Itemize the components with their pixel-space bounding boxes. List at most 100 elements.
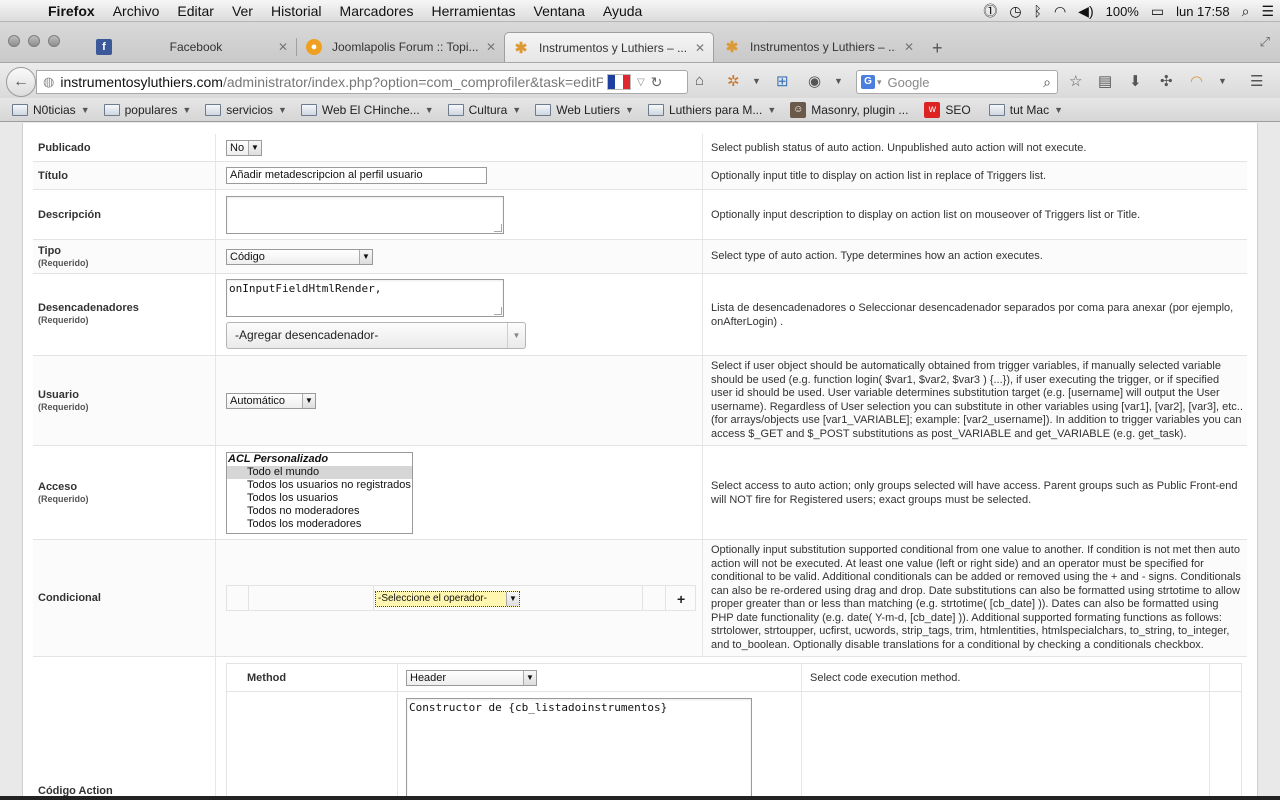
tab-facebook[interactable]: f Facebook ✕ [88, 32, 297, 62]
select-value: Código [230, 251, 265, 263]
bookmark-folder-noticias[interactable]: N0ticias ▼ [12, 103, 90, 117]
bookmark-seo[interactable]: w SEO [924, 101, 971, 118]
privacy-icon[interactable]: ◉ [808, 72, 821, 90]
french-flag-icon[interactable] [606, 74, 631, 90]
close-tab-icon[interactable]: ✕ [695, 41, 705, 55]
bookmark-folder-web-lutiers[interactable]: Web Lutiers ▼ [535, 103, 634, 117]
folder-icon [447, 103, 464, 116]
bookmark-folder-tut-mac[interactable]: tut Mac ▼ [988, 103, 1063, 117]
tab-instrumentos-active[interactable]: ✱ Instrumentos y Luthiers – ... ✕ [504, 32, 714, 62]
titulo-input[interactable]: Añadir metadescripcion al perfil usuario [226, 167, 487, 184]
url-path: /administrator/index.php?option=com_comp… [222, 74, 603, 90]
tab-title: Facebook [169, 40, 223, 54]
bookmark-folder-luthiers-para-m[interactable]: Luthiers para M... ▼ [647, 103, 776, 117]
usuario-select[interactable]: Automático ▼ [226, 393, 316, 409]
menu-ventana[interactable]: Ventana [525, 3, 594, 19]
privacy-dropdown-icon[interactable]: ▼ [834, 76, 843, 86]
menu-editar[interactable]: Editar [168, 3, 223, 19]
clock[interactable]: lun 17:58 [1176, 4, 1230, 19]
select-value: Automático [230, 395, 286, 407]
time-machine-icon[interactable]: ◷ [1009, 3, 1021, 20]
field-label: Condicional [38, 592, 101, 604]
bookmark-masonry[interactable]: ☺ Masonry, plugin ... [790, 101, 908, 118]
tab-title: Joomlapolis Forum :: Topi... [332, 40, 478, 54]
listbox-option[interactable]: Todos no moderadores [227, 505, 412, 518]
menu-archivo[interactable]: Archivo [104, 3, 169, 19]
bluetooth-icon[interactable]: ᛒ [1034, 3, 1042, 19]
close-tab-icon[interactable]: ✕ [904, 40, 914, 54]
bookmark-folder-web-el-chinche[interactable]: Web El CHinche... ▼ [300, 103, 434, 117]
listbox-option[interactable]: Todos los usuarios [227, 492, 412, 505]
acceso-listbox[interactable]: ACL Personalizado Todo el mundo Todos lo… [226, 452, 413, 534]
field-description: Select type of auto action. Type determi… [711, 250, 1043, 262]
url-bar[interactable]: ◍ instrumentosyluthiers.com /administrat… [36, 70, 688, 94]
search-bar[interactable]: G ▾ Google ⌕ [856, 70, 1058, 94]
mac-menubar: Firefox Archivo Editar Ver Historial Mar… [0, 0, 1280, 22]
new-tab-button[interactable]: + [932, 38, 943, 59]
joomla-icon: ✱ [725, 39, 739, 56]
desencadenadores-textarea[interactable]: onInputFieldHtmlRender, [226, 279, 504, 317]
bookmark-folder-cultura[interactable]: Cultura ▼ [447, 103, 521, 117]
reload-icon[interactable]: ↻ [651, 74, 663, 91]
menu-ver[interactable]: Ver [223, 3, 262, 19]
minimize-window-button[interactable] [28, 35, 40, 47]
menu-ayuda[interactable]: Ayuda [594, 3, 651, 19]
battery-icon[interactable]: ▭ [1151, 3, 1164, 20]
fullscreen-icon[interactable]: ⤢ [1260, 34, 1270, 50]
volume-icon[interactable]: ◀) [1078, 3, 1093, 20]
avatar-icon: ☺ [790, 101, 807, 118]
close-tab-icon[interactable]: ✕ [486, 40, 496, 54]
menu-app-firefox[interactable]: Firefox [44, 3, 104, 19]
menu-historial[interactable]: Historial [262, 3, 331, 19]
close-window-button[interactable] [8, 35, 20, 47]
home-icon[interactable]: ⌂ [695, 72, 704, 89]
bookmark-star-icon[interactable]: ☆ [1069, 72, 1082, 90]
google-icon[interactable]: G [861, 75, 875, 89]
add-trigger-select[interactable]: -Agregar desencadenador- ▼ [226, 322, 526, 349]
menu-icon[interactable]: ☰ [1250, 72, 1263, 90]
addon-dropdown-icon[interactable]: ▼ [752, 76, 761, 86]
bookmark-folder-populares[interactable]: populares ▼ [103, 103, 191, 117]
select-value: -Agregar desencadenador- [235, 328, 379, 342]
close-tab-icon[interactable]: ✕ [278, 40, 288, 54]
zoom-window-button[interactable] [48, 35, 60, 47]
bookmark-folder-servicios[interactable]: servicios ▼ [205, 103, 287, 117]
search-input[interactable]: Google [888, 75, 930, 90]
tab-instrumentos[interactable]: ✱ Instrumentos y Luthiers – ... ✕ [716, 32, 922, 62]
search-icon[interactable]: ⌕ [1043, 74, 1051, 91]
listbox-option[interactable]: Todos los moderadores [227, 518, 412, 531]
listbox-option[interactable]: Todo el mundo [227, 466, 412, 479]
firebug-icon[interactable]: ✲ [727, 72, 740, 90]
field-row-titulo: Título Añadir metadescripcion al perfil … [33, 162, 1247, 190]
inspector-icon[interactable]: ⊞ [776, 72, 789, 90]
downloads-icon[interactable]: ⬇ [1129, 72, 1142, 90]
bookmarks-menu-icon[interactable]: ▤ [1098, 72, 1112, 90]
search-engine-dropdown-icon[interactable]: ▾ [877, 77, 882, 88]
menu-marcadores[interactable]: Marcadores [331, 3, 423, 19]
colorzilla-dropdown-icon[interactable]: ▼ [1218, 76, 1227, 86]
spotlight-search-icon[interactable]: ⌕ [1242, 3, 1250, 20]
menu-herramientas[interactable]: Herramientas [422, 3, 524, 19]
tab-joomlapolis[interactable]: ● Joomlapolis Forum :: Topi... ✕ [298, 32, 504, 62]
descripcion-textarea[interactable] [226, 196, 504, 234]
label-text: Usuario [38, 389, 79, 401]
tipo-select[interactable]: Código ▼ [226, 249, 373, 265]
back-button[interactable]: ← [6, 67, 36, 97]
sync-icon[interactable]: ✣ [1160, 72, 1173, 90]
select-value: Header [410, 672, 447, 684]
notification-center-icon[interactable]: ☰ [1261, 3, 1274, 20]
listbox-option[interactable]: Todos los usuarios no registrados [227, 479, 412, 492]
url-history-dropdown-icon[interactable]: ▽ [637, 77, 645, 88]
wifi-icon[interactable]: ◠ [1054, 3, 1066, 20]
operator-select[interactable]: -Seleccione el operador- ▼ [375, 591, 520, 607]
publicado-select[interactable]: No ▼ [226, 140, 262, 156]
colorzilla-icon[interactable]: ◠ [1190, 72, 1203, 90]
resize-grip-icon[interactable] [494, 307, 502, 315]
resize-grip-icon[interactable] [494, 224, 502, 232]
folder-icon [103, 103, 120, 116]
accessibility-icon[interactable]: ⓵ [983, 1, 997, 21]
method-select[interactable]: Header ▼ [406, 670, 537, 686]
field-label: Título [38, 170, 68, 182]
add-conditional-button[interactable]: + [677, 591, 685, 607]
code-textarea[interactable]: Constructor de {cb_listadoinstrumentos} [406, 698, 752, 800]
